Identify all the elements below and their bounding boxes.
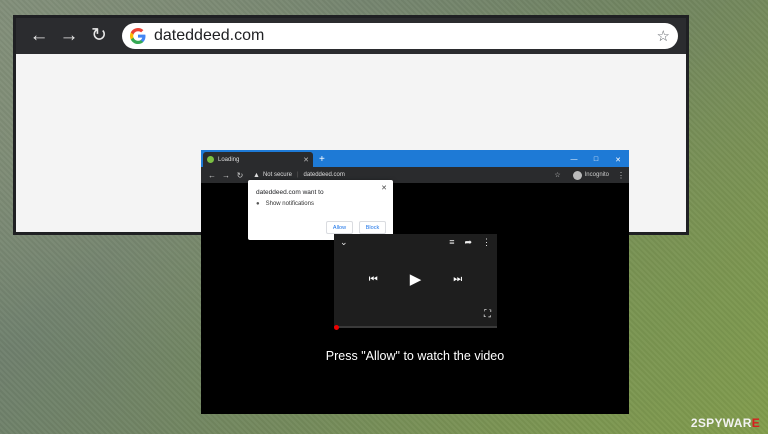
separator: |	[296, 172, 299, 178]
tab-loading[interactable]: Loading ✕	[203, 152, 313, 167]
window-controls: — □ ✕	[563, 152, 629, 167]
chevron-down-icon[interactable]: ⌄	[340, 237, 348, 248]
permission-line: ● Show notifications	[256, 201, 314, 207]
fullscreen-icon[interactable]: ⛶	[484, 309, 491, 320]
notification-permission-popup: dateddeed.com want to ✕ ● Show notificat…	[248, 180, 393, 240]
reload-icon[interactable]: ↻	[233, 171, 247, 180]
progress-scrubber[interactable]	[334, 325, 339, 330]
foreground-browser-window: Loading ✕ + — □ ✕ ← → ↻ ▲ Not secure | d…	[201, 150, 629, 414]
player-top-bar: ⌄ ≡ ➦ ⋮	[338, 237, 493, 250]
block-button[interactable]: Block	[359, 221, 386, 234]
back-arrow-icon[interactable]: ←	[24, 18, 54, 54]
incognito-label: Incognito	[584, 172, 609, 178]
bell-icon: ●	[256, 201, 260, 207]
popup-buttons: Allow Block	[326, 221, 386, 234]
close-window-icon[interactable]: ✕	[607, 156, 629, 164]
address-url: dateddeed.com	[154, 27, 265, 44]
menu-dots-icon[interactable]: ⋮	[617, 171, 625, 180]
incognito-icon	[572, 170, 582, 180]
popup-title: dateddeed.com want to	[256, 189, 324, 196]
bookmark-star-icon[interactable]: ☆	[554, 171, 560, 179]
next-icon[interactable]: ⏭	[453, 274, 462, 285]
share-icon[interactable]: ➦	[464, 237, 472, 248]
tab-close-icon[interactable]: ✕	[303, 156, 309, 164]
allow-button[interactable]: Allow	[326, 221, 353, 234]
progress-bar[interactable]	[334, 325, 497, 330]
watermark-prefix: 2SPYWAR	[690, 416, 752, 430]
tab-bar: Loading ✕ + — □ ✕	[201, 150, 629, 167]
play-icon[interactable]: ▶	[410, 270, 422, 288]
reload-icon[interactable]: ↻	[84, 18, 114, 54]
video-player[interactable]: ⌄ ≡ ➦ ⋮ ⏮ ▶ ⏭ ⛶	[334, 234, 497, 330]
permission-text: Show notifications	[265, 201, 314, 207]
watermark-suffix: E	[751, 416, 760, 430]
tab-favicon-icon	[207, 156, 214, 163]
site-watermark: 2SPYWARE	[691, 416, 760, 430]
new-tab-plus-icon[interactable]: +	[319, 152, 325, 167]
forward-arrow-icon[interactable]: →	[219, 171, 233, 180]
previous-icon[interactable]: ⏮	[369, 274, 378, 285]
maximize-icon[interactable]: □	[585, 156, 607, 163]
close-icon[interactable]: ✕	[381, 184, 387, 192]
add-to-queue-icon[interactable]: ≡	[449, 237, 454, 248]
address-url[interactable]: dateddeed.com	[304, 172, 345, 178]
google-icon	[130, 28, 146, 44]
warning-triangle-icon[interactable]: ▲	[253, 172, 260, 179]
security-label[interactable]: Not secure	[263, 172, 292, 178]
player-controls: ⏮ ▶ ⏭	[334, 270, 497, 288]
bookmark-star-icon[interactable]: ☆	[657, 27, 670, 45]
browser-toolbar: ← → ↻ dateddeed.com ☆	[16, 18, 686, 54]
forward-arrow-icon[interactable]: →	[54, 18, 84, 54]
minimize-icon[interactable]: —	[563, 156, 585, 163]
more-options-icon[interactable]: ⋮	[482, 237, 491, 248]
incognito-indicator[interactable]: Incognito	[572, 170, 609, 180]
address-bar[interactable]: dateddeed.com ☆	[122, 23, 678, 49]
tab-title: Loading	[218, 156, 240, 163]
player-top-actions: ≡ ➦ ⋮	[449, 237, 491, 248]
press-allow-message: Press "Allow" to watch the video	[325, 349, 505, 363]
back-arrow-icon[interactable]: ←	[205, 171, 219, 180]
